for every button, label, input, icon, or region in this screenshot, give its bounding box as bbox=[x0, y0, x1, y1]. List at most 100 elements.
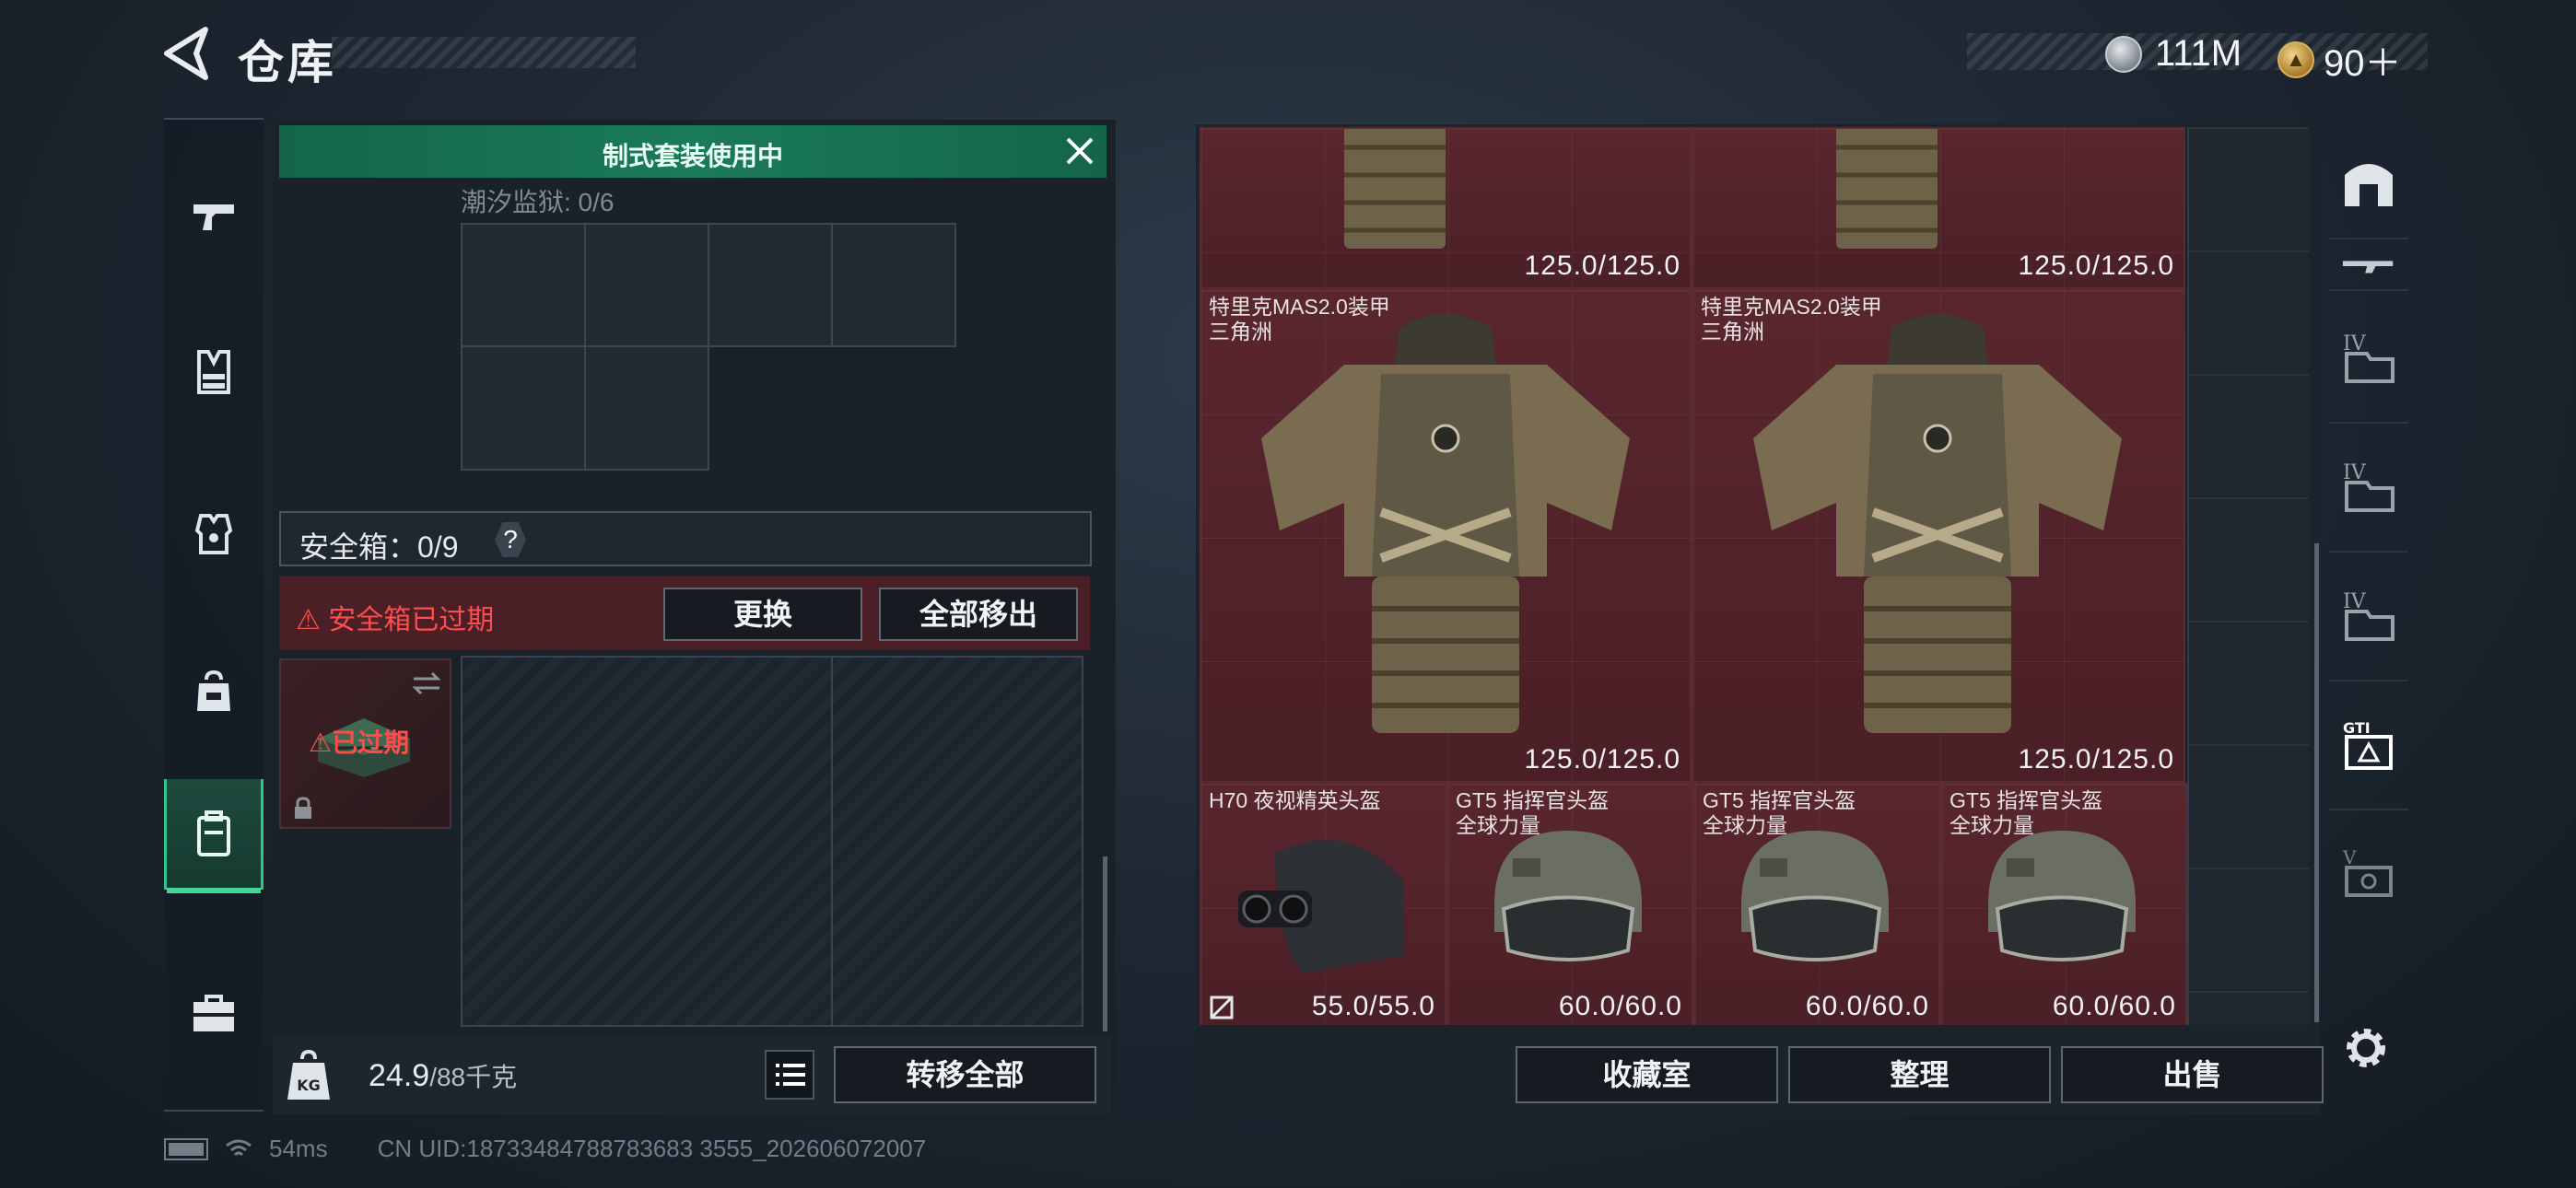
grid-slot[interactable] bbox=[584, 345, 709, 471]
stash-tabs-sidebar: IV IV IV GTI V bbox=[2322, 127, 2414, 993]
collection-room-button[interactable]: 收藏室 bbox=[1516, 1046, 1778, 1103]
grid-slot[interactable] bbox=[461, 223, 586, 347]
stash-item-armor[interactable]: 125.0/125.0 bbox=[1200, 127, 1692, 289]
stash-item-helmet[interactable]: GT5 指挥官头盔 全球力量 60.0/60.0 bbox=[1940, 783, 2187, 1025]
tab-gti-container[interactable]: GTI bbox=[2329, 680, 2408, 810]
gti-label: GTI bbox=[2343, 719, 2371, 737]
item-name: H70 夜视精英头盔 bbox=[1209, 788, 1381, 812]
weight-readout: 24.9/88千克 bbox=[369, 1057, 517, 1094]
safe-house-icon bbox=[2345, 164, 2393, 206]
currency-gold[interactable]: ▲ 90＋ bbox=[2277, 33, 2402, 87]
stash-item-helmet[interactable]: GT5 指挥官头盔 全球力量 60.0/60.0 bbox=[1446, 783, 1693, 1025]
weight-current: 24.9 bbox=[369, 1058, 430, 1093]
nav-safe-case[interactable] bbox=[164, 779, 263, 893]
tab-tier4-c[interactable]: IV bbox=[2329, 551, 2408, 681]
preset-kit-banner: 制式套装使用中 bbox=[279, 125, 1107, 178]
backpack-icon bbox=[197, 670, 230, 711]
silver-coin-icon bbox=[2105, 35, 2142, 73]
stash-item-helmet[interactable]: H70 夜视精英头盔 55.0/55.0 bbox=[1200, 783, 1446, 1025]
empty-stash-column[interactable] bbox=[2187, 127, 2309, 1025]
nav-backpack[interactable] bbox=[164, 637, 263, 748]
stash-item-armor[interactable]: 125.0/125.0 bbox=[1692, 127, 2185, 289]
item-durability: 125.0/125.0 bbox=[1524, 250, 1680, 281]
list-icon bbox=[776, 1064, 805, 1086]
currency-silver[interactable]: 111M bbox=[2105, 33, 2242, 75]
tab-tier5-container[interactable]: V bbox=[2329, 809, 2408, 938]
item-title: GT5 指挥官头盔 bbox=[1950, 788, 2103, 812]
item-title: GT5 指挥官头盔 bbox=[1456, 788, 1610, 812]
tier5-container-icon: V bbox=[2342, 846, 2393, 897]
stash-item-helmet[interactable]: GT5 指挥官头盔 全球力量 60.0/60.0 bbox=[1693, 783, 1940, 1025]
stash-scrollbar[interactable] bbox=[2314, 543, 2319, 1022]
tab-rifle[interactable] bbox=[2329, 243, 2408, 291]
swap-icon[interactable] bbox=[410, 670, 443, 697]
silver-amount: 111M bbox=[2155, 33, 2242, 74]
safe-case-icon bbox=[197, 810, 230, 856]
remove-all-button[interactable]: 全部移出 bbox=[879, 588, 1078, 641]
loadout-scrollbar[interactable] bbox=[1103, 856, 1107, 1031]
armor-vest-icon bbox=[194, 514, 233, 554]
nav-pistol[interactable] bbox=[164, 160, 263, 271]
stash-grid: 125.0/125.0 125.0/125.0 特里克MAS2.0装甲 三角洲 1… bbox=[1200, 127, 2309, 1025]
page-title: 仓库 bbox=[238, 37, 337, 88]
tab-tier4-b[interactable]: IV bbox=[2329, 422, 2408, 553]
help-icon[interactable]: ? bbox=[495, 522, 526, 557]
wifi-icon bbox=[226, 1139, 252, 1156]
transfer-all-button[interactable]: 转移全部 bbox=[834, 1046, 1096, 1103]
armor-vest-image bbox=[1261, 314, 1630, 733]
commander-helmet-image bbox=[1988, 831, 2136, 961]
title-decor-stripe bbox=[332, 37, 636, 68]
nav-armor[interactable] bbox=[164, 479, 263, 589]
tier4-folder-icon: IV bbox=[2343, 461, 2395, 512]
warning-icon: ⚠ bbox=[296, 605, 329, 635]
gti-container-icon: GTI bbox=[2343, 719, 2393, 770]
item-grid-lines bbox=[2189, 127, 2309, 1025]
container-grid-label: 潮汐监狱: 0/6 bbox=[461, 188, 615, 216]
tab-safe-house[interactable] bbox=[2329, 127, 2408, 239]
grid-slot[interactable] bbox=[708, 223, 833, 347]
safe-box-header: 安全箱：0/9 ? bbox=[279, 511, 1092, 566]
grid-slot[interactable] bbox=[584, 223, 709, 347]
gold-triangle-coin-icon: ▲ bbox=[2277, 41, 2314, 78]
nav-toolbox[interactable] bbox=[164, 958, 263, 1068]
stash-item-armor[interactable]: 特里克MAS2.0装甲 三角洲 125.0/125.0 bbox=[1692, 289, 2185, 783]
pistol-icon bbox=[193, 204, 234, 230]
case-expired-label: ⚠已过期 bbox=[309, 728, 410, 757]
gear-icon[interactable] bbox=[2340, 1022, 2392, 1074]
item-durability: 60.0/60.0 bbox=[1558, 991, 1682, 1021]
tab-tier4-a[interactable]: IV bbox=[2329, 293, 2408, 424]
armor-image bbox=[1836, 129, 1938, 249]
weight-max: /88千克 bbox=[429, 1063, 518, 1091]
back-arrow-icon[interactable] bbox=[161, 26, 213, 81]
no-insurance-icon bbox=[1210, 996, 1234, 1019]
ping-value: 54ms bbox=[269, 1135, 328, 1162]
safe-case-item[interactable]: ⚠已过期 bbox=[279, 658, 451, 829]
gold-amount: 90＋ bbox=[2324, 43, 2402, 84]
stash-item-armor[interactable]: 特里克MAS2.0装甲 三角洲 125.0/125.0 bbox=[1200, 289, 1692, 783]
tier-label: V bbox=[2342, 846, 2357, 868]
preset-kit-banner-text: 制式套装使用中 bbox=[602, 142, 783, 170]
status-bar: 54ms CN UID:18733484788783683 3555_20260… bbox=[164, 1135, 926, 1163]
item-durability: 55.0/55.0 bbox=[1311, 991, 1435, 1021]
item-title: GT5 指挥官头盔 bbox=[1703, 788, 1856, 812]
armor-vest-image bbox=[1753, 314, 2122, 733]
item-durability: 125.0/125.0 bbox=[2018, 744, 2174, 775]
nav-chest-rig[interactable] bbox=[164, 317, 263, 427]
sell-button[interactable]: 出售 bbox=[2061, 1046, 2324, 1103]
grid-slot[interactable] bbox=[831, 223, 956, 347]
battery-icon bbox=[164, 1137, 208, 1160]
expired-warning: ⚠ 安全箱已过期 bbox=[296, 597, 494, 637]
item-durability: 60.0/60.0 bbox=[1805, 991, 1929, 1021]
sort-button[interactable]: 整理 bbox=[1788, 1046, 2051, 1103]
grid-slot[interactable] bbox=[461, 345, 586, 471]
close-icon[interactable] bbox=[1062, 134, 1097, 169]
list-view-button[interactable] bbox=[765, 1050, 814, 1100]
toolbox-icon bbox=[193, 995, 234, 1031]
replace-button[interactable]: 更换 bbox=[663, 588, 862, 641]
weight-kg-icon: KG bbox=[287, 1050, 330, 1100]
rifle-icon bbox=[2342, 261, 2394, 274]
item-durability: 60.0/60.0 bbox=[2052, 991, 2176, 1021]
lock-icon bbox=[295, 797, 311, 819]
tier4-folder-icon: IV bbox=[2343, 590, 2395, 641]
category-sidebar bbox=[164, 118, 263, 1112]
